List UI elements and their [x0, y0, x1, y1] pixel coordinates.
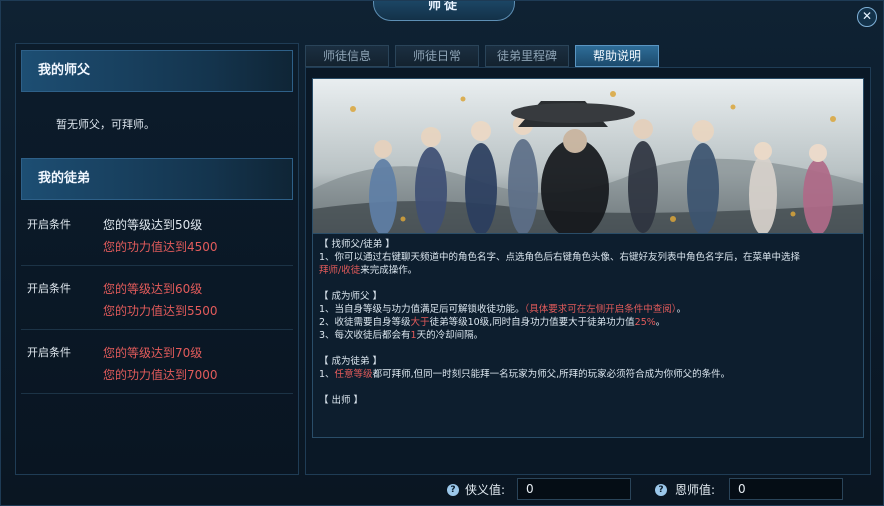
tab-master-info[interactable]: 师徒信息	[305, 45, 389, 67]
condition-power: 您的功力值达到5500	[103, 304, 218, 318]
help-find-line2: 拜师/收徒来完成操作。	[319, 264, 857, 277]
help-question-icon[interactable]: ?	[447, 484, 459, 496]
help-highlight: 任意等级	[334, 369, 373, 380]
help-master-line3: 3、每次收徒后都会有1天的冷却间隔。	[319, 329, 857, 342]
my-apprentice-header: 我的徒弟	[21, 158, 293, 200]
condition-row-1: 开启条件 您的等级达到50级 您的功力值达到4500	[21, 206, 293, 266]
master-apprentice-window: 师徒 ✕ 我的师父 暂无师父，可拜师。 我的徒弟 开启条件 您的等级达到50级 …	[0, 0, 884, 506]
help-text-segment: 徒弟等级10级,同时自身功力值要大于徒弟功力值	[429, 317, 635, 328]
help-master-title: 【 成为师父 】	[319, 291, 383, 302]
help-question-icon[interactable]: ?	[655, 484, 667, 496]
chivalry-label: 侠义值:	[465, 483, 506, 497]
help-apprentice-title: 【 成为徒弟 】	[319, 356, 383, 367]
help-text-segment: 都可拜师,但同一时刻只能拜一名玩家为师父,所拜的玩家必须符合成为你师父的条件。	[372, 369, 731, 380]
condition-label: 开启条件	[27, 218, 71, 231]
condition-label: 开启条件	[27, 282, 71, 295]
condition-power: 您的功力值达到7000	[103, 368, 218, 382]
help-apprentice-line1: 1、任意等级都可拜师,但同一时刻只能拜一名玩家为师父,所拜的玩家必须符合成为你师…	[319, 368, 857, 381]
left-panel: 我的师父 暂无师父，可拜师。 我的徒弟 开启条件 您的等级达到50级 您的功力值…	[15, 43, 299, 475]
help-text-segment: 来完成操作。	[360, 265, 418, 276]
help-text-segment: 。	[655, 317, 666, 328]
help-text-segment: 3、每次收徒后都会有	[319, 330, 411, 341]
help-master-line2: 2、收徒需要自身等级大于徒弟等级10级,同时自身功力值要大于徒弟功力值25%。	[319, 316, 857, 329]
condition-label: 开启条件	[27, 346, 71, 359]
chivalry-value: 0	[517, 478, 631, 500]
master-status: 暂无师父，可拜师。	[56, 118, 155, 131]
banner-illustration	[313, 79, 863, 233]
help-master-line1: 1、当自身等级与功力值满足后可解锁收徒功能。（具体要求可在左侧开启条件中查阅）。	[319, 303, 857, 316]
footer-bar: ? 侠义值: 0 ? 恩师值: 0	[1, 475, 883, 505]
help-find-title: 【 找师父/徒弟 】	[319, 239, 395, 250]
tab-help[interactable]: 帮助说明	[575, 45, 659, 67]
help-text-segment: 1、当自身等级与功力值满足后可解锁收徒功能。	[319, 304, 525, 315]
help-highlight: 25%	[634, 317, 656, 328]
help-text-segment: 天的冷却间隔。	[416, 330, 484, 341]
condition-level: 您的等级达到70级	[103, 346, 203, 360]
condition-row-3: 开启条件 您的等级达到70级 您的功力值达到7000	[21, 334, 293, 394]
help-highlight: 大于	[410, 317, 430, 328]
condition-level: 您的等级达到50级	[103, 218, 203, 232]
help-find-line1: 1、你可以通过右键聊天频道中的角色名字、点选角色后右键角色头像、右键好友列表中角…	[319, 252, 801, 263]
condition-level: 您的等级达到60级	[103, 282, 203, 296]
banner-image	[312, 78, 864, 234]
gratitude-value: 0	[729, 478, 843, 500]
tab-milestones[interactable]: 徒弟里程碑	[485, 45, 569, 67]
help-highlight: 拜师/收徒	[319, 265, 361, 276]
gratitude-label: 恩师值:	[675, 483, 716, 497]
my-master-header: 我的师父	[21, 50, 293, 92]
condition-row-2: 开启条件 您的等级达到60级 您的功力值达到5500	[21, 270, 293, 330]
help-text-segment: 2、收徒需要自身等级	[319, 317, 411, 328]
help-text: 【 找师父/徒弟 】 1、你可以通过右键聊天频道中的角色名字、点选角色后右键角色…	[312, 234, 864, 438]
help-graduate-title: 【 出师 】	[319, 395, 364, 406]
tab-daily[interactable]: 师徒日常	[395, 45, 479, 67]
help-text-segment: 1、	[319, 369, 335, 380]
condition-power: 您的功力值达到4500	[103, 240, 218, 254]
help-highlight: （具体要求可在左侧开启条件中查阅）	[524, 304, 677, 315]
help-text-segment: 。	[676, 304, 687, 315]
help-panel: 【 找师父/徒弟 】 1、你可以通过右键聊天频道中的角色名字、点选角色后右键角色…	[305, 67, 871, 475]
close-icon[interactable]: ✕	[857, 7, 877, 27]
window-title: 师徒	[373, 1, 515, 21]
